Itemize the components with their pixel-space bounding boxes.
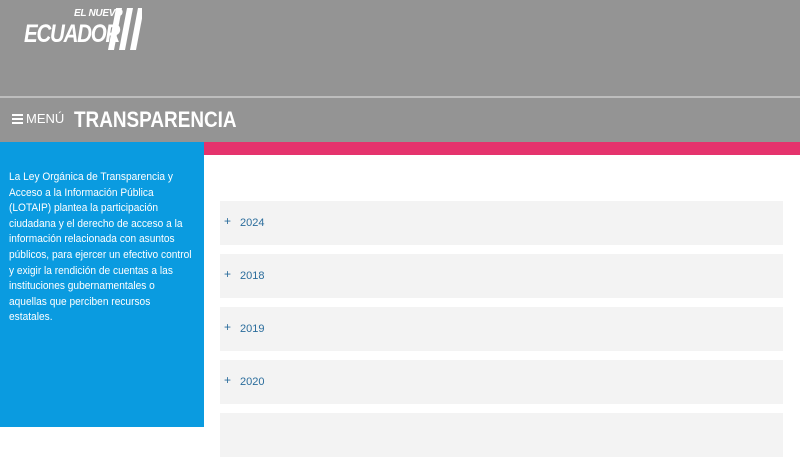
site-header: EL NUEVO ECUADOR — [0, 0, 800, 96]
page-title: TRANSPARENCIA — [74, 107, 237, 132]
nav-bar: MENÚ TRANSPARENCIA — [0, 98, 800, 142]
el-nuevo-ecuador-logo[interactable]: EL NUEVO ECUADOR — [24, 8, 144, 54]
accordion-item-2020[interactable]: + 2020 — [220, 360, 783, 404]
accordion-item-2018[interactable]: + 2018 — [220, 254, 783, 298]
lotaip-description: La Ley Orgánica de Transparencia y Acces… — [9, 171, 192, 324]
accent-bar — [204, 142, 800, 155]
expand-plus-icon: + — [224, 267, 232, 281]
accordion-label: 2024 — [240, 217, 265, 229]
expand-plus-icon: + — [224, 320, 232, 334]
expand-plus-icon: + — [224, 214, 232, 228]
expand-plus-icon: + — [224, 373, 232, 387]
logo-stripes-icon — [108, 8, 142, 50]
accordion-item-2024[interactable]: + 2024 — [220, 201, 783, 245]
info-sidebar: La Ley Orgánica de Transparencia y Acces… — [0, 142, 204, 427]
logo-main-text: ECUADOR — [24, 20, 120, 48]
menu-button[interactable]: MENÚ — [12, 111, 64, 126]
menu-label: MENÚ — [26, 111, 65, 126]
accordion-item-partial[interactable] — [220, 413, 783, 457]
accordion-label: 2018 — [240, 270, 265, 282]
accordion-label: 2019 — [240, 323, 265, 335]
accordion-label: 2020 — [240, 376, 265, 388]
hamburger-icon — [12, 112, 23, 126]
accordion-item-2019[interactable]: + 2019 — [220, 307, 783, 351]
